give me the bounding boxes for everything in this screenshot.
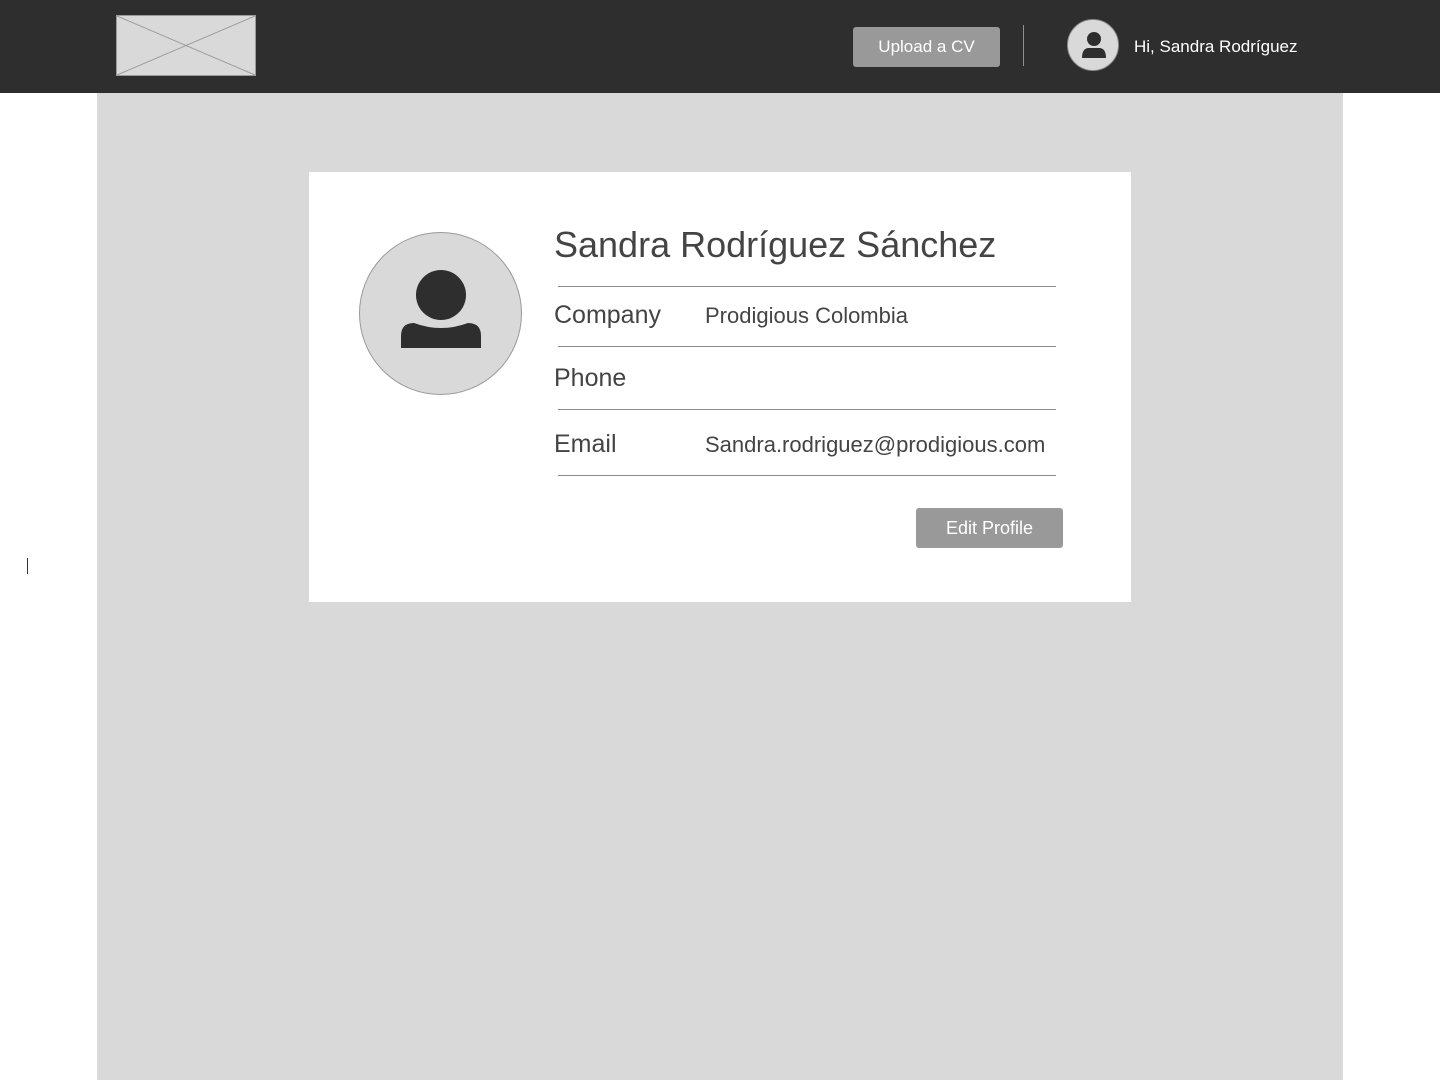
upload-cv-button[interactable]: Upload a CV [853,27,1000,67]
phone-label: Phone [554,364,627,392]
divider [558,346,1056,347]
text-cursor [27,558,28,574]
header-divider [1023,25,1024,66]
profile-full-name: Sandra Rodríguez Sánchez [554,224,997,265]
email-label: Email [554,430,617,458]
user-icon [401,270,481,348]
user-greeting[interactable]: Hi, Sandra Rodríguez [1134,36,1297,58]
email-value: Sandra.rodriguez@prodigious.com [705,432,1046,457]
user-icon [1082,32,1106,58]
edit-profile-button[interactable]: Edit Profile [916,508,1063,548]
profile-card: Sandra Rodríguez Sánchez Company Prodigi… [309,172,1131,602]
company-label: Company [554,301,661,329]
profile-avatar [359,232,522,395]
top-navigation-bar: Upload a CV Hi, Sandra Rodríguez [0,0,1440,93]
company-value: Prodigious Colombia [705,303,908,328]
divider [558,286,1056,287]
logo-placeholder-icon[interactable] [116,15,256,76]
user-avatar-button[interactable] [1067,19,1119,71]
divider [558,409,1056,410]
divider [558,475,1056,476]
